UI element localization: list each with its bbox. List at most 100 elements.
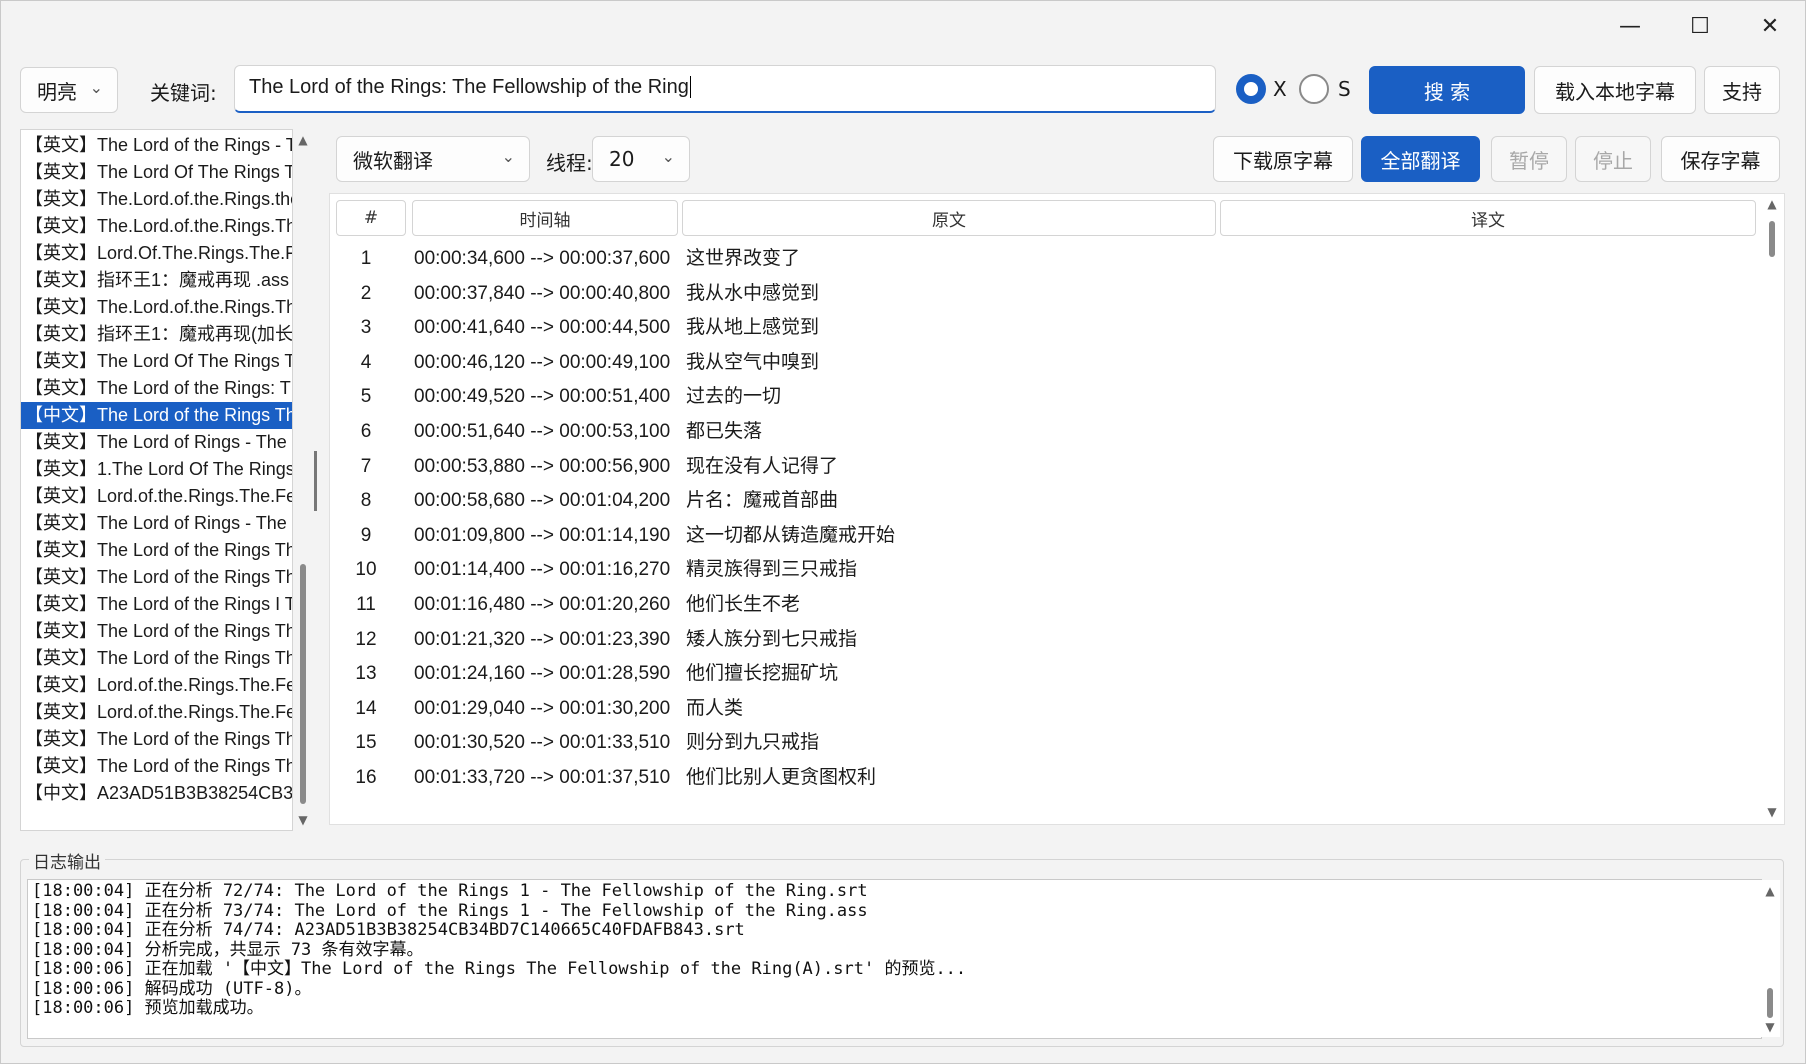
row-original-text: 矮人族分到七只戒指 [686, 628, 858, 650]
scroll-up-icon[interactable]: ▲ [1763, 884, 1777, 898]
keyword-value: The Lord of the Rings: The Fellowship of… [249, 76, 689, 98]
stop-button[interactable]: 停止 [1575, 136, 1651, 182]
pane-splitter[interactable] [314, 451, 317, 511]
table-row[interactable]: 16 00:01:33,720 --> 00:01:37,510 他们比别人更贪图权… [330, 761, 1750, 795]
result-item[interactable]: 【英文】The Lord of the Rings The Fellowship [21, 753, 292, 780]
threads-dropdown[interactable]: 20 ⌄ [592, 136, 690, 182]
row-timeline: 00:00:51,640 --> 00:00:53,100 [414, 421, 671, 442]
log-scrollbar[interactable]: ▲ ▼ [1760, 880, 1780, 1037]
results-scrollbar[interactable]: ▲ ▼ [293, 129, 313, 831]
result-item[interactable]: 【英文】Lord.of.the.Rings.The.Fellowship [21, 483, 292, 510]
result-item[interactable]: 【英文】The Lord of the Rings The Fellowship [21, 564, 292, 591]
download-original-button[interactable]: 下载原字幕 [1213, 136, 1353, 182]
row-timeline: 00:01:21,320 --> 00:01:23,390 [414, 628, 671, 650]
result-item[interactable]: 【英文】The Lord of Rings - The Fellowship [21, 429, 292, 456]
row-timeline: 00:00:58,680 --> 00:01:04,200 [414, 490, 671, 512]
minimize-button[interactable]: — [1595, 1, 1665, 51]
scroll-down-icon[interactable]: ▼ [1763, 1020, 1777, 1034]
close-button[interactable]: ✕ [1735, 1, 1805, 51]
radio-s[interactable] [1299, 74, 1329, 104]
scroll-up-icon[interactable]: ▲ [296, 133, 310, 147]
result-item[interactable]: 【中文】A23AD51B3B38254CB34BD7C140665C40FDAF… [21, 780, 292, 807]
row-index: 8 [360, 490, 372, 512]
row-index: 1 [360, 248, 372, 269]
table-row[interactable]: 8 00:00:58,680 --> 00:01:04,200 片名：魔戒首部曲 [330, 484, 1750, 518]
search-results-list[interactable]: 【英文】The Lord of the Rings - The Fellowsh… [20, 129, 293, 831]
load-local-subtitle-button[interactable]: 载入本地字幕 [1534, 66, 1696, 114]
result-item[interactable]: 【英文】The Lord of the Rings The Fellowship [21, 618, 292, 645]
row-translation [1222, 380, 1742, 414]
column-header-original[interactable]: 原文 [682, 200, 1216, 236]
grid-scrollbar[interactable]: ▲ ▼ [1761, 195, 1783, 823]
table-row[interactable]: 12 00:01:21,320 --> 00:01:23,390 矮人族分到七只戒指 [330, 623, 1750, 657]
support-button[interactable]: 支持 [1704, 66, 1780, 114]
result-item[interactable]: 【英文】The Lord Of The Rings The Fellowship [21, 159, 292, 186]
log-line: [18:00:04] 正在分析 74/74: A23AD51B3B38254CB… [32, 920, 745, 940]
result-item[interactable]: 【英文】Lord.of.the.Rings.The.Fellowship [21, 672, 292, 699]
scroll-down-icon[interactable]: ▼ [1765, 805, 1779, 819]
table-row[interactable]: 14 00:01:29,040 --> 00:01:30,200 而人类 [330, 692, 1750, 726]
table-row[interactable]: 6 00:00:51,640 --> 00:00:53,100 都已失落 [330, 415, 1750, 449]
result-item[interactable]: 【英文】The Lord of the Rings The Fellowship [21, 645, 292, 672]
table-row[interactable]: 11 00:01:16,480 --> 00:01:20,260 他们长生不老 [330, 588, 1750, 622]
result-item[interactable]: 【英文】指环王1：魔戒再现 .ass [21, 267, 292, 294]
results-scroll-thumb[interactable] [300, 564, 306, 804]
row-timeline: 00:00:49,520 --> 00:00:51,400 [414, 386, 671, 408]
row-translation [1222, 450, 1742, 484]
result-item[interactable]: 【英文】Lord.of.the.Rings.The.Fellowship [21, 699, 292, 726]
table-row[interactable]: 2 00:00:37,840 --> 00:00:40,800 我从水中感觉到 [330, 277, 1750, 311]
row-index: 11 [356, 594, 376, 615]
save-subtitle-button[interactable]: 保存字幕 [1661, 136, 1780, 182]
result-item[interactable]: 【英文】The Lord of the Rings The Fellowship [21, 726, 292, 753]
table-row[interactable]: 9 00:01:09,800 --> 00:01:14,190 这一切都从铸造魔戒开… [330, 519, 1750, 553]
search-button[interactable]: 搜 索 [1369, 66, 1525, 114]
radio-s-label: S [1338, 77, 1351, 101]
row-timeline: 00:00:53,880 --> 00:00:56,900 [414, 455, 671, 477]
maximize-button[interactable]: ☐ [1665, 1, 1735, 51]
result-item[interactable]: 【英文】指环王1：魔戒再现(加长版) [21, 321, 292, 348]
table-row[interactable]: 15 00:01:30,520 --> 00:01:33,510 则分到九只戒指 [330, 726, 1750, 760]
table-row[interactable]: 4 00:00:46,120 --> 00:00:49,100 我从空气中嗅到 [330, 346, 1750, 380]
chevron-down-icon: ⌄ [501, 147, 515, 166]
result-item[interactable]: 【英文】Lord.Of.The.Rings.The.Fellowship [21, 240, 292, 267]
result-item[interactable]: 【英文】The.Lord.of.the.Rings.The.Fellowship [21, 213, 292, 240]
row-original-text: 现在没有人记得了 [686, 455, 839, 477]
table-row[interactable]: 7 00:00:53,880 --> 00:00:56,900 现在没有人记得了 [330, 450, 1750, 484]
pause-button[interactable]: 暂停 [1491, 136, 1567, 182]
app-window: — ☐ ✕ 明亮 ⌄ 关键词: The Lord of the Rings: T… [0, 0, 1806, 1064]
column-header-translation[interactable]: 译文 [1220, 200, 1756, 236]
row-original-text: 我从水中感觉到 [686, 282, 820, 304]
table-row[interactable]: 5 00:00:49,520 --> 00:00:51,400 过去的一切 [330, 380, 1750, 414]
table-row[interactable]: 13 00:01:24,160 --> 00:01:28,590 他们擅长挖掘矿坑 [330, 657, 1750, 691]
theme-dropdown[interactable]: 明亮 ⌄ [20, 67, 118, 113]
result-item[interactable]: 【英文】The.Lord.of.the.Rings.The.Fellowship [21, 294, 292, 321]
result-item[interactable]: 【中文】The Lord of the Rings The Fellowship [21, 402, 292, 429]
translate-all-button[interactable]: 全部翻译 [1361, 136, 1480, 182]
scroll-up-icon[interactable]: ▲ [1765, 197, 1779, 211]
chevron-down-icon: ⌄ [661, 147, 675, 166]
row-index: 5 [360, 386, 372, 408]
result-item[interactable]: 【英文】1.The Lord Of The Rings The Fellowsh… [21, 456, 292, 483]
column-header-timeline[interactable]: 时间轴 [412, 200, 678, 236]
translation-engine-dropdown[interactable]: 微软翻译 ⌄ [336, 136, 530, 182]
result-item[interactable]: 【英文】The Lord Of The Rings The Fellowship [21, 348, 292, 375]
log-scroll-thumb[interactable] [1767, 988, 1773, 1018]
row-translation [1222, 346, 1742, 380]
result-item[interactable]: 【英文】The Lord of Rings - The Fellowship [21, 510, 292, 537]
result-item[interactable]: 【英文】The Lord of the Rings The Fellowship [21, 537, 292, 564]
result-item[interactable]: 【英文】The Lord of the Rings - The Fellowsh… [21, 132, 292, 159]
log-output[interactable]: [18:00:04] 正在分析 72/74: The Lord of the R… [27, 879, 1762, 1039]
subtitle-grid[interactable]: # 时间轴 原文 译文 1 00:00:34,600 --> 00:00:37,6… [329, 193, 1785, 825]
table-row[interactable]: 3 00:00:41,640 --> 00:00:44,500 我从地上感觉到 [330, 311, 1750, 345]
scroll-down-icon[interactable]: ▼ [296, 813, 310, 827]
column-header-index[interactable]: # [336, 200, 406, 236]
grid-scroll-thumb[interactable] [1769, 221, 1775, 257]
result-item[interactable]: 【英文】The.Lord.of.the.Rings.the.Fellowship [21, 186, 292, 213]
result-item[interactable]: 【英文】The Lord of the Rings I The Fellowsh… [21, 591, 292, 618]
keyword-input[interactable]: The Lord of the Rings: The Fellowship of… [234, 65, 1216, 113]
table-row[interactable]: 10 00:01:14,400 --> 00:01:16,270 精灵族得到三只戒指 [330, 553, 1750, 587]
title-bar: — ☐ ✕ [1, 1, 1805, 51]
radio-x[interactable] [1236, 74, 1266, 104]
table-row[interactable]: 1 00:00:34,600 --> 00:00:37,600 这世界改变了 [330, 242, 1750, 276]
result-item[interactable]: 【英文】The Lord of the Rings: The Fellowshi… [21, 375, 292, 402]
